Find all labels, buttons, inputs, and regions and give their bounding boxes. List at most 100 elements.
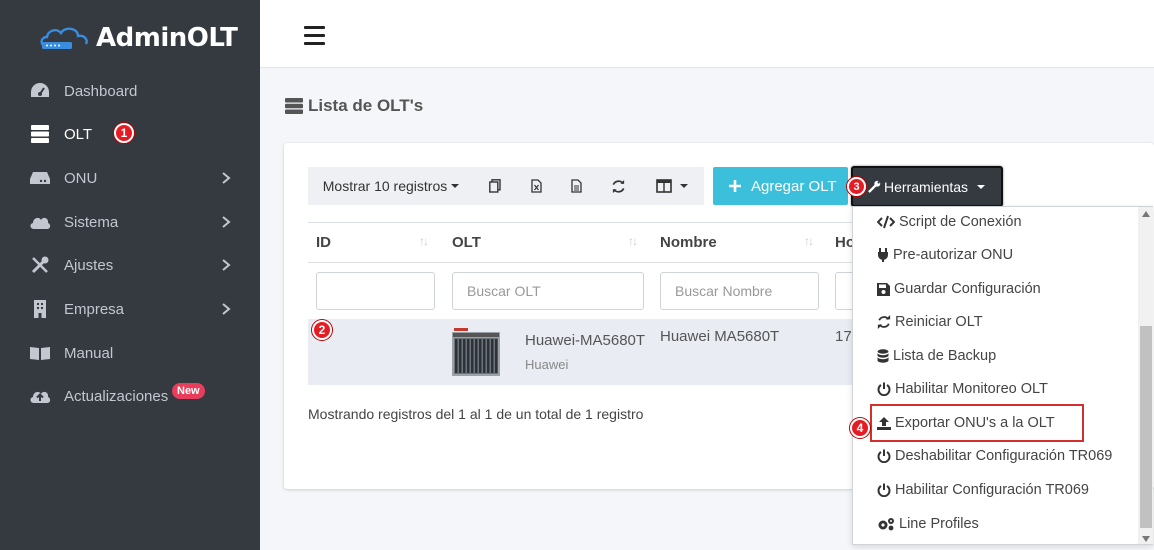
- sidebar-item-empresa[interactable]: Empresa: [0, 289, 260, 329]
- tools-dropdown-button[interactable]: 3 Herramientas: [847, 166, 1003, 207]
- chevron-right-icon: [222, 172, 231, 184]
- menu-item-restart-olt[interactable]: Reiniciar OLT: [877, 310, 983, 334]
- new-badge: New: [172, 383, 205, 399]
- table-toolbar: Mostrar 10 registros: [308, 167, 704, 205]
- top-navbar: [260, 0, 1154, 68]
- step-marker: 2: [312, 320, 332, 340]
- page-title-text: Lista de OLT's: [308, 96, 424, 115]
- step-marker: 1: [114, 123, 134, 143]
- olt-model: Huawei-MA5680T: [525, 332, 646, 349]
- search-id-input[interactable]: [316, 272, 435, 310]
- menu-item-disable-tr069[interactable]: Deshabilitar Configuración TR069: [877, 444, 1112, 468]
- scroll-down-icon[interactable]: [1142, 536, 1150, 542]
- caret-down-icon: [680, 184, 688, 188]
- tools-icon: [28, 254, 52, 276]
- sidebar-item-manual[interactable]: Manual: [0, 333, 260, 373]
- sidebar-item-sistema[interactable]: Sistema: [0, 202, 260, 242]
- tools-label: Herramientas: [884, 178, 969, 195]
- search-olt-input[interactable]: Buscar OLT: [452, 272, 644, 310]
- step-marker: 4: [850, 418, 870, 438]
- menu-item-preauth[interactable]: Pre-autorizar ONU: [877, 243, 1013, 267]
- show-records-label: Mostrar 10 registros: [322, 178, 448, 194]
- power-icon: [877, 449, 891, 463]
- plug-icon: [878, 248, 888, 262]
- toolbar-group: Mostrar 10 registros: [308, 167, 704, 205]
- sidebar-item-label: Empresa: [64, 300, 125, 318]
- menu-item-save-config[interactable]: Guardar Configuración: [877, 277, 1041, 301]
- chevron-right-icon: [222, 259, 231, 271]
- caret-down-icon: [977, 184, 986, 189]
- sort-icon[interactable]: ↑↓: [804, 234, 814, 248]
- book-icon: [28, 342, 52, 364]
- tools-dropdown-menu: Script de Conexión Pre-autorizar ONU Gua…: [852, 206, 1153, 545]
- sidebar-item-olt[interactable]: OLT 1: [0, 114, 260, 154]
- table-info: Mostrando registros del 1 al 1 de un tot…: [308, 406, 644, 422]
- column-header-id[interactable]: ID: [316, 222, 331, 262]
- menu-item-backup-list[interactable]: Lista de Backup: [877, 344, 996, 368]
- copy-icon: [489, 179, 501, 193]
- cloud-upload-icon: [28, 385, 52, 407]
- table-border: [308, 262, 854, 263]
- caret-down-icon: [451, 184, 460, 188]
- menu-item-script[interactable]: Script de Conexión: [877, 210, 1022, 234]
- menu-toggle-icon[interactable]: [304, 26, 325, 45]
- sort-icon[interactable]: ↑↓: [419, 234, 429, 248]
- excel-button[interactable]: [516, 167, 556, 205]
- show-records-dropdown[interactable]: Mostrar 10 registros: [308, 167, 474, 205]
- sidebar-item-label: OLT: [64, 125, 93, 143]
- building-icon: [28, 298, 52, 320]
- table-border: [308, 222, 854, 223]
- sync-icon: [877, 315, 891, 329]
- sidebar: AdminOLT Dashboard OLT 1 ONU Sistema Aju…: [0, 0, 260, 550]
- copy-button[interactable]: [474, 167, 516, 205]
- menu-item-label: Habilitar Configuración TR069: [895, 482, 1089, 498]
- hdd-icon: [28, 167, 52, 189]
- scrollbar-thumb[interactable]: [1140, 326, 1152, 528]
- sidebar-item-onu[interactable]: ONU: [0, 158, 260, 198]
- sidebar-item-ajustes[interactable]: Ajustes: [0, 245, 260, 285]
- sidebar-item-label: ONU: [64, 169, 98, 187]
- save-icon: [877, 282, 890, 296]
- menu-item-label: Script de Conexión: [899, 214, 1022, 230]
- file-text-icon: [570, 179, 582, 193]
- file-excel-icon: [530, 179, 542, 193]
- menu-item-label: Habilitar Monitoreo OLT: [895, 381, 1048, 397]
- menu-item-enable-tr069[interactable]: Habilitar Configuración TR069: [877, 478, 1089, 502]
- sync-icon: [612, 179, 624, 193]
- add-olt-label: Agregar OLT: [751, 177, 837, 195]
- column-header-olt[interactable]: OLT: [452, 222, 481, 262]
- column-header-nombre[interactable]: Nombre: [660, 222, 717, 262]
- brand[interactable]: AdminOLT: [38, 20, 238, 56]
- scroll-up-icon[interactable]: [1142, 211, 1150, 217]
- wrench-icon: [868, 180, 881, 193]
- cogs-icon: [878, 518, 894, 531]
- search-nombre-input[interactable]: Buscar Nombre: [660, 272, 819, 310]
- page-title: Lista de OLT's: [285, 96, 423, 116]
- menu-item-line-profiles[interactable]: Line Profiles: [877, 512, 979, 536]
- sidebar-item-label: Sistema: [64, 213, 119, 231]
- sidebar-item-actualizaciones[interactable]: Actualizaciones: [0, 376, 260, 416]
- power-icon: [877, 382, 891, 396]
- menu-item-label: Lista de Backup: [893, 348, 997, 364]
- dashboard-icon: [28, 80, 52, 102]
- database-icon: [877, 349, 889, 363]
- sort-icon[interactable]: ↑↓: [628, 234, 638, 248]
- plus-icon: [729, 180, 741, 192]
- add-olt-button[interactable]: Agregar OLT: [713, 167, 848, 205]
- olt-brand: Huawei: [525, 357, 569, 372]
- csv-button[interactable]: [556, 167, 596, 205]
- menu-item-label: Pre-autorizar ONU: [893, 247, 1014, 263]
- menu-item-enable-monitoring[interactable]: Habilitar Monitoreo OLT: [877, 377, 1048, 401]
- columns-icon: [656, 179, 672, 193]
- highlight-annotation: [870, 404, 1084, 442]
- cloud-icon: [28, 211, 52, 233]
- menu-item-label: Line Profiles: [899, 516, 979, 532]
- sidebar-item-dashboard[interactable]: Dashboard: [0, 71, 260, 111]
- reload-button[interactable]: [596, 167, 640, 205]
- server-icon: [285, 98, 303, 114]
- brand-name: AdminOLT: [96, 23, 238, 53]
- sidebar-item-label: Ajustes: [64, 256, 114, 274]
- column-visibility-button[interactable]: [640, 167, 704, 205]
- step-marker: 3: [847, 177, 866, 196]
- menu-item-label: Deshabilitar Configuración TR069: [895, 448, 1113, 464]
